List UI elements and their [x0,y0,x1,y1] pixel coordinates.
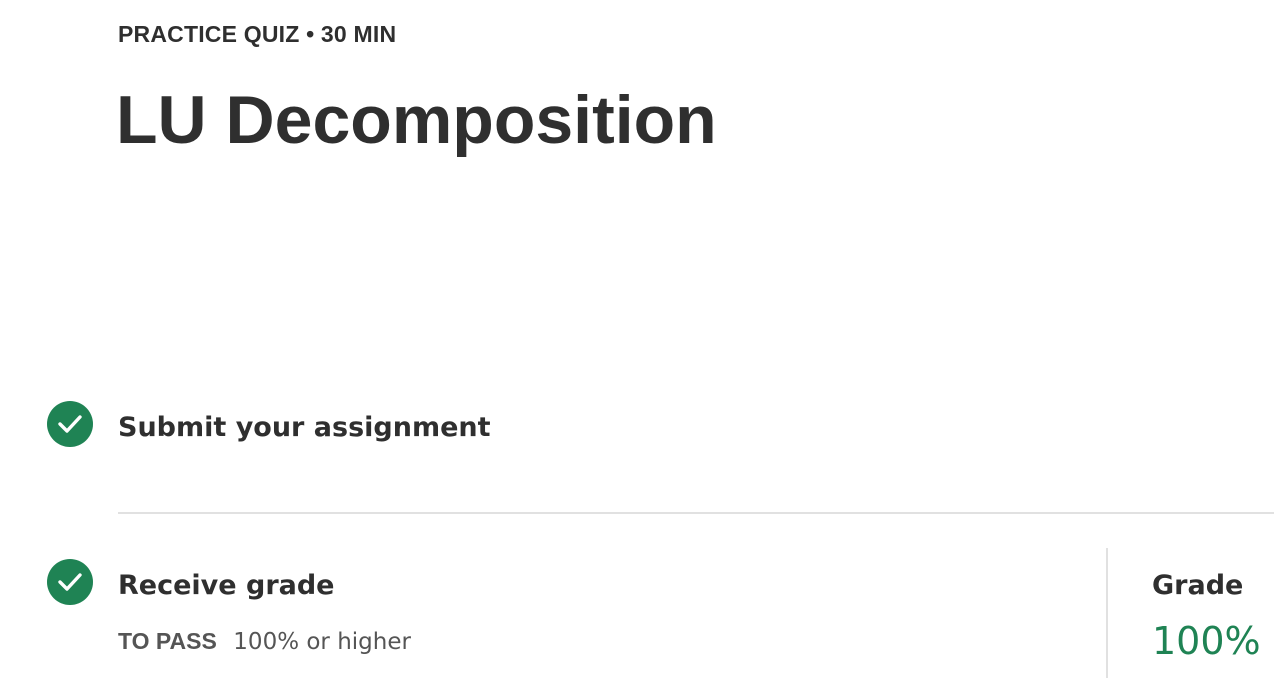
step-title: Receive grade [118,570,335,601]
grade-value: 100% [1152,619,1261,663]
grade-divider [1106,548,1108,678]
pass-requirement: TO PASS 100% or higher [118,626,411,660]
pass-value: 100% or higher [233,629,411,655]
section-divider [118,512,1274,514]
step-title: Submit your assignment [118,412,491,443]
pass-label: TO PASS [118,628,217,654]
page-title: LU Decomposition [116,82,717,158]
checkmark-circle-icon [47,559,93,605]
quiz-eyebrow: PRACTICE QUIZ • 30 MIN [118,21,397,47]
grade-label: Grade [1152,570,1244,601]
checkmark-circle-icon [47,401,93,447]
